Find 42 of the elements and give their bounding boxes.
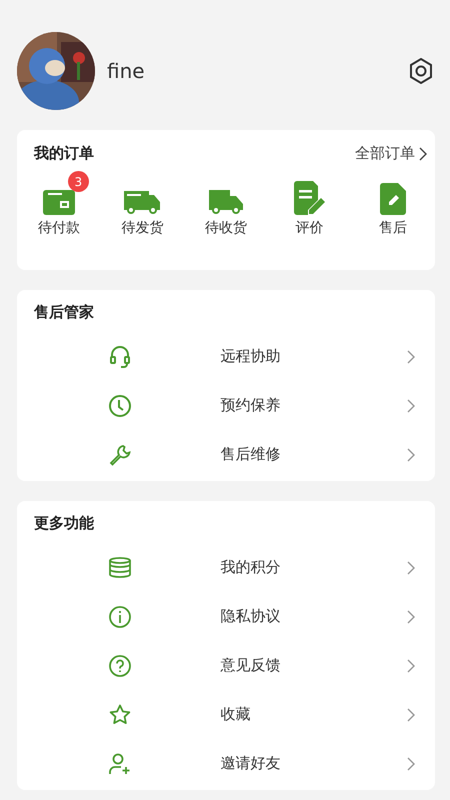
chevron-right-icon: [407, 756, 415, 770]
menu-item[interactable]: 售后维修: [17, 430, 435, 479]
order-status-button[interactable]: 售后: [379, 219, 408, 237]
clock-icon: [109, 394, 132, 416]
chevron-right-icon: [407, 658, 415, 672]
all-orders-link[interactable]: 全部订单: [355, 144, 427, 163]
settings-icon[interactable]: [409, 58, 433, 84]
menu-item[interactable]: 预约保养: [17, 381, 435, 430]
menu-item[interactable]: 意见反馈: [17, 641, 435, 690]
section-title: 售后管家: [32, 303, 95, 322]
chevron-right-icon: [407, 560, 415, 574]
truck-icon: [124, 189, 160, 215]
headset-icon: [110, 346, 130, 368]
note-pencil-icon: [294, 181, 326, 215]
document-edit-icon: [380, 183, 406, 215]
chevron-right-icon: [407, 350, 415, 364]
chevron-right-icon: [407, 448, 415, 462]
menu-item[interactable]: 隐私协议: [17, 592, 435, 641]
order-status-button[interactable]: 待收货: [204, 219, 247, 237]
coin-stack-icon: [109, 556, 132, 578]
section-title: 更多功能: [33, 514, 95, 533]
help-icon: [109, 654, 132, 676]
wrench-icon: [109, 444, 132, 466]
order-status-button[interactable]: 待付款: [38, 219, 80, 237]
chevron-right-icon: [407, 398, 415, 412]
menu-item[interactable]: 我的积分: [17, 543, 435, 592]
info-icon: [109, 606, 132, 628]
menu-item[interactable]: 远程协助: [17, 332, 435, 381]
truck-icon: [208, 189, 243, 215]
add-user-icon: [109, 752, 132, 774]
menu-item[interactable]: 邀请好友: [17, 739, 435, 788]
chevron-right-icon: [407, 708, 415, 722]
chevron-right-icon: [419, 146, 427, 160]
chevron-right-icon: [407, 610, 415, 624]
order-status-button[interactable]: 评价: [296, 219, 324, 237]
menu-item[interactable]: 收藏: [17, 690, 435, 739]
star-icon: [109, 704, 132, 726]
user-name: fine: [107, 59, 146, 83]
wallet-icon: [42, 187, 75, 215]
count-badge: 3: [68, 171, 89, 192]
section-title: 我的订单: [34, 144, 94, 163]
order-status-button[interactable]: 待发货: [121, 219, 164, 237]
